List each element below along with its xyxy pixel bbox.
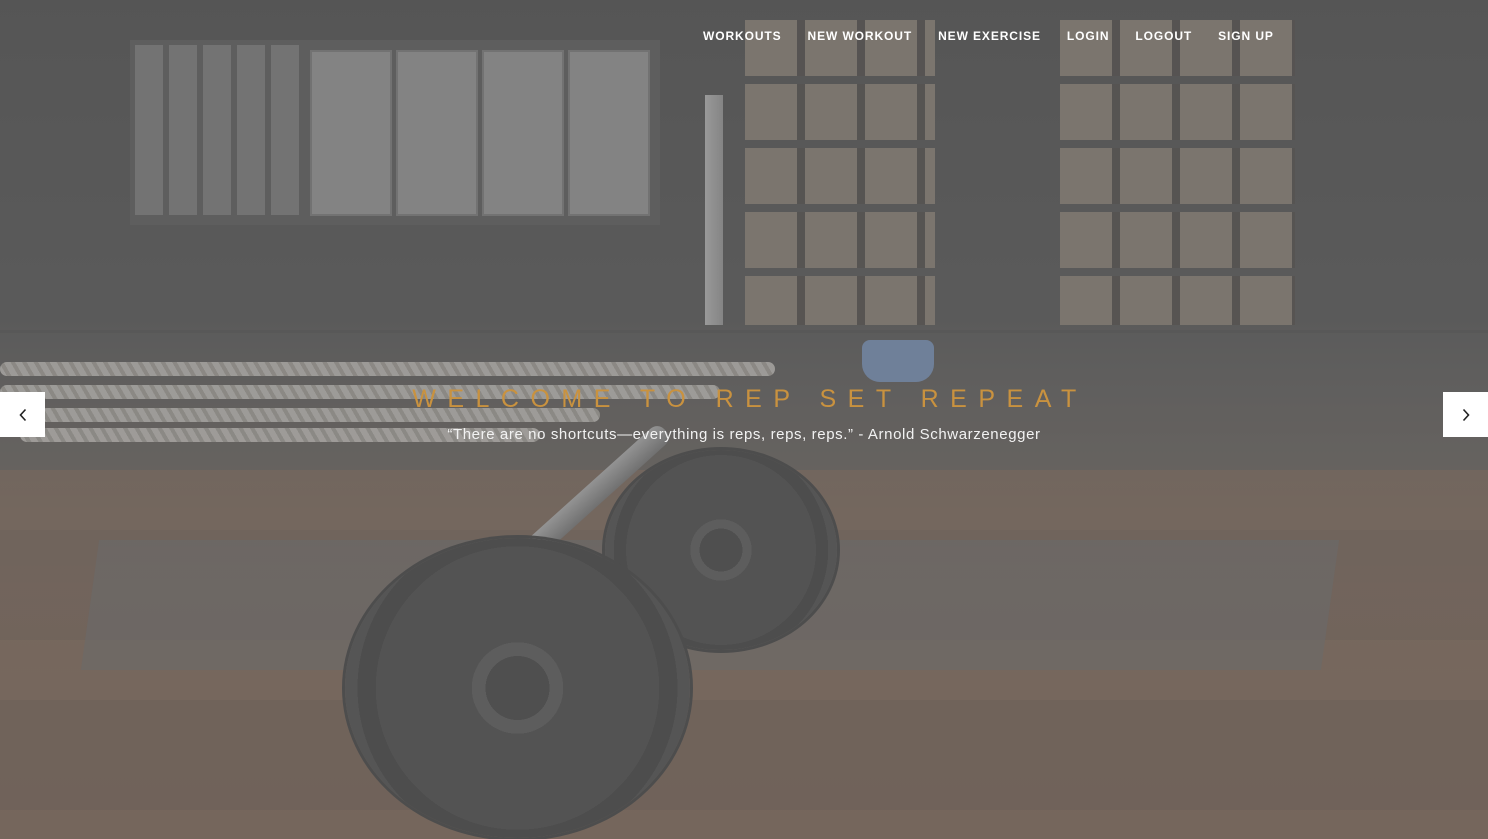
main-nav: WORKOUTS NEW WORKOUT NEW EXERCISE LOGIN … <box>703 28 1300 44</box>
carousel-next-button[interactable] <box>1443 392 1488 437</box>
chevron-right-icon <box>1461 408 1471 422</box>
hero-carousel: WORKOUTS NEW WORKOUT NEW EXERCISE LOGIN … <box>0 0 1488 839</box>
hero-title: WELCOME TO REP SET REPEAT <box>412 385 1088 413</box>
chevron-left-icon <box>18 408 28 422</box>
carousel-prev-button[interactable] <box>0 392 45 437</box>
hero-quote: “There are no shortcuts—everything is re… <box>447 426 1041 443</box>
carousel-caption: WELCOME TO REP SET REPEAT “There are no … <box>0 380 1488 445</box>
nav-new-workout[interactable]: NEW WORKOUT <box>808 28 913 44</box>
nav-sign-up[interactable]: SIGN UP <box>1218 28 1274 44</box>
nav-workouts[interactable]: WORKOUTS <box>703 28 782 44</box>
nav-logout[interactable]: LOGOUT <box>1135 28 1192 44</box>
nav-login[interactable]: LOGIN <box>1067 28 1110 44</box>
nav-new-exercise[interactable]: NEW EXERCISE <box>938 28 1041 44</box>
